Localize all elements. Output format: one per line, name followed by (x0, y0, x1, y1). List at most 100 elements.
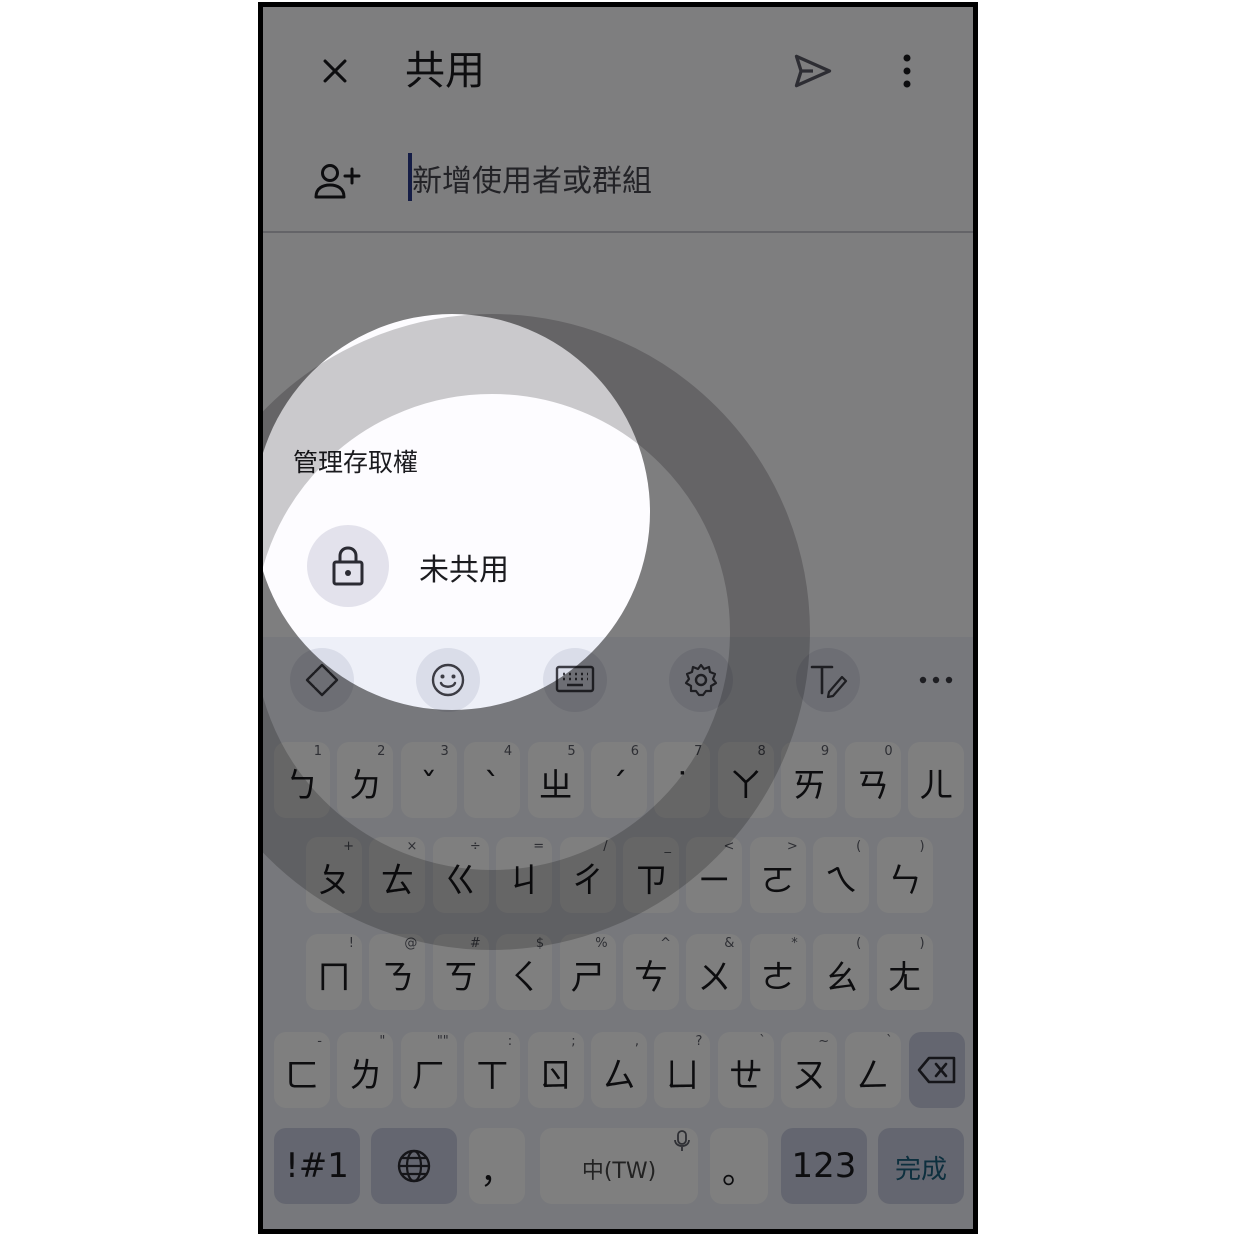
key-hint: 5 (567, 744, 576, 759)
key-hint: / (603, 839, 608, 854)
key-hint: 4 (503, 744, 513, 759)
access-row-not-shared[interactable]: 未共用 (307, 525, 647, 607)
key-row-2-5[interactable]: / ㄔ (559, 837, 616, 913)
key-label: ㄨ (697, 958, 732, 998)
key-label: ㄧ (697, 861, 732, 901)
key-label: ㄕ (570, 958, 605, 998)
period-key[interactable]: 。 (710, 1128, 768, 1204)
key-hint: , (634, 1034, 639, 1049)
key-row-4-2[interactable]: " ㄌ (337, 1032, 394, 1108)
key-row-4-4[interactable]: :ㄒ (464, 1032, 521, 1108)
key-row-3-1[interactable]: ! ㄇ (306, 934, 362, 1010)
key-hint: 0 (884, 744, 893, 759)
send-button[interactable] (781, 39, 845, 103)
key-row-2-7[interactable]: < ㄧ (686, 837, 743, 913)
access-label: 未共用 (419, 553, 509, 588)
mic-icon (674, 1130, 690, 1151)
key-label: ㄏ (411, 1056, 446, 1096)
key-label: ˙ (673, 766, 691, 806)
key-row-1-9[interactable]: 9ㄞ (781, 742, 838, 818)
keyboard-switch-button[interactable] (543, 648, 607, 712)
keyboard-toolbar (263, 637, 973, 737)
key-hint: 2 (377, 744, 386, 759)
key-row-2-2[interactable]: × ㄊ (369, 837, 426, 913)
key-row-2-6[interactable]: _ ㄗ (623, 837, 679, 913)
key-label: ㄉ (348, 766, 383, 806)
key-hint: ÷ (469, 839, 481, 854)
key-label: ㄡ (792, 1056, 827, 1096)
key-label: ˊ (610, 766, 628, 806)
key-row-3-4[interactable]: $ ㄑ (496, 934, 553, 1010)
space-key[interactable]: 中(TW) (540, 1128, 698, 1204)
key-row-4-7[interactable]: ? ㄩ (654, 1032, 711, 1108)
done-key[interactable]: 完成 (878, 1128, 964, 1204)
key-row-2-4[interactable]: = ㄐ (496, 837, 553, 913)
resize-button[interactable] (290, 648, 354, 712)
key-hint: 8 (757, 744, 766, 759)
key-row-3-3[interactable]: # ㄎ (432, 934, 489, 1010)
key-label: ㄩ (665, 1056, 700, 1096)
key-hint: @ (404, 936, 418, 951)
key-row-1-11[interactable]: ㄦ (908, 742, 964, 818)
key-row-3-6[interactable]: ^ ㄘ (623, 934, 679, 1010)
close-button[interactable] (305, 41, 365, 101)
key-label: ㄌ (348, 1056, 383, 1096)
key-row-3-5[interactable]: % ㄕ (559, 934, 616, 1010)
close-icon (323, 59, 347, 83)
key-row-4-10[interactable]: ` ㄥ (844, 1032, 901, 1108)
key-hint: " (379, 1034, 386, 1049)
handwriting-button[interactable] (796, 648, 860, 712)
key-hint: ` (759, 1034, 766, 1049)
key-row-1-2[interactable]: 2ㄉ (337, 742, 394, 818)
send-icon (794, 54, 832, 88)
key-row-1-8[interactable]: 8ㄚ (717, 742, 774, 818)
key-label: ㄠ (824, 958, 859, 998)
backspace-icon (917, 1056, 956, 1084)
key-label: ㄊ (380, 861, 415, 901)
key-hint: ( (856, 936, 862, 951)
key-row-3-10[interactable]: ) ㄤ (876, 934, 933, 1010)
backspace-key[interactable] (909, 1032, 965, 1108)
more-options-button[interactable] (877, 39, 937, 103)
numbers-key[interactable]: 123 (781, 1128, 867, 1204)
language-key[interactable] (371, 1128, 457, 1204)
comma-key[interactable]: ， (469, 1128, 525, 1204)
key-row-1-5[interactable]: 5ㄓ (527, 742, 584, 818)
key-row-2-3[interactable]: ÷ ㄍ (432, 837, 489, 913)
emoji-icon (431, 663, 465, 697)
emoji-button[interactable] (416, 648, 480, 712)
key-row-1-10[interactable]: 0ㄢ (844, 742, 901, 818)
key-row-1-7[interactable]: 7 ˙ (654, 742, 711, 818)
key-row-4-3[interactable]: "" ㄏ (400, 1032, 457, 1108)
key-row-1-4[interactable]: 4ˋ (464, 742, 521, 818)
key-row-4-8[interactable]: ` ㄝ (717, 1032, 774, 1108)
key-row-4-9[interactable]: ~ ㄡ (781, 1032, 838, 1108)
symbols-key[interactable]: !#1 (274, 1128, 360, 1204)
key-hint: 3 (440, 744, 449, 759)
key-hint: × (406, 839, 418, 854)
key-row-1-1[interactable]: 1ㄅ (274, 742, 330, 818)
key-row-4-6[interactable]: ,ㄙ (591, 1032, 647, 1108)
globe-icon (397, 1149, 431, 1183)
key-row-3-2[interactable]: @ ㄋ (369, 934, 426, 1010)
text-cursor (408, 153, 412, 201)
key-row-2-9[interactable]: (ㄟ (813, 837, 870, 913)
key-row-3-7[interactable]: & ㄨ (686, 934, 743, 1010)
key-row-2-1[interactable]: + ㄆ (306, 837, 362, 913)
key-row-4-1[interactable]: -ㄈ (274, 1032, 330, 1108)
key-row-4-5[interactable]: ; ㄖ (527, 1032, 584, 1108)
settings-button[interactable] (669, 648, 733, 712)
key-hint: 7 (694, 744, 703, 759)
key-row-2-10[interactable]: ) ㄣ (876, 837, 933, 913)
key-label: ˋ (483, 766, 501, 806)
key-label: ㄆ (317, 861, 351, 901)
key-row-1-3[interactable]: 3ˇ (400, 742, 457, 818)
key-row-2-8[interactable]: > ㄛ (749, 837, 806, 913)
key-row-1-6[interactable]: 6ˊ (591, 742, 647, 818)
key-label: ㄞ (792, 766, 827, 806)
add-people-input[interactable] (408, 155, 932, 207)
person-add-icon (314, 164, 361, 199)
toolbar-more-button[interactable] (904, 648, 968, 712)
key-row-3-9[interactable]: (ㄠ (813, 934, 870, 1010)
key-row-3-8[interactable]: * ㄜ (749, 934, 806, 1010)
